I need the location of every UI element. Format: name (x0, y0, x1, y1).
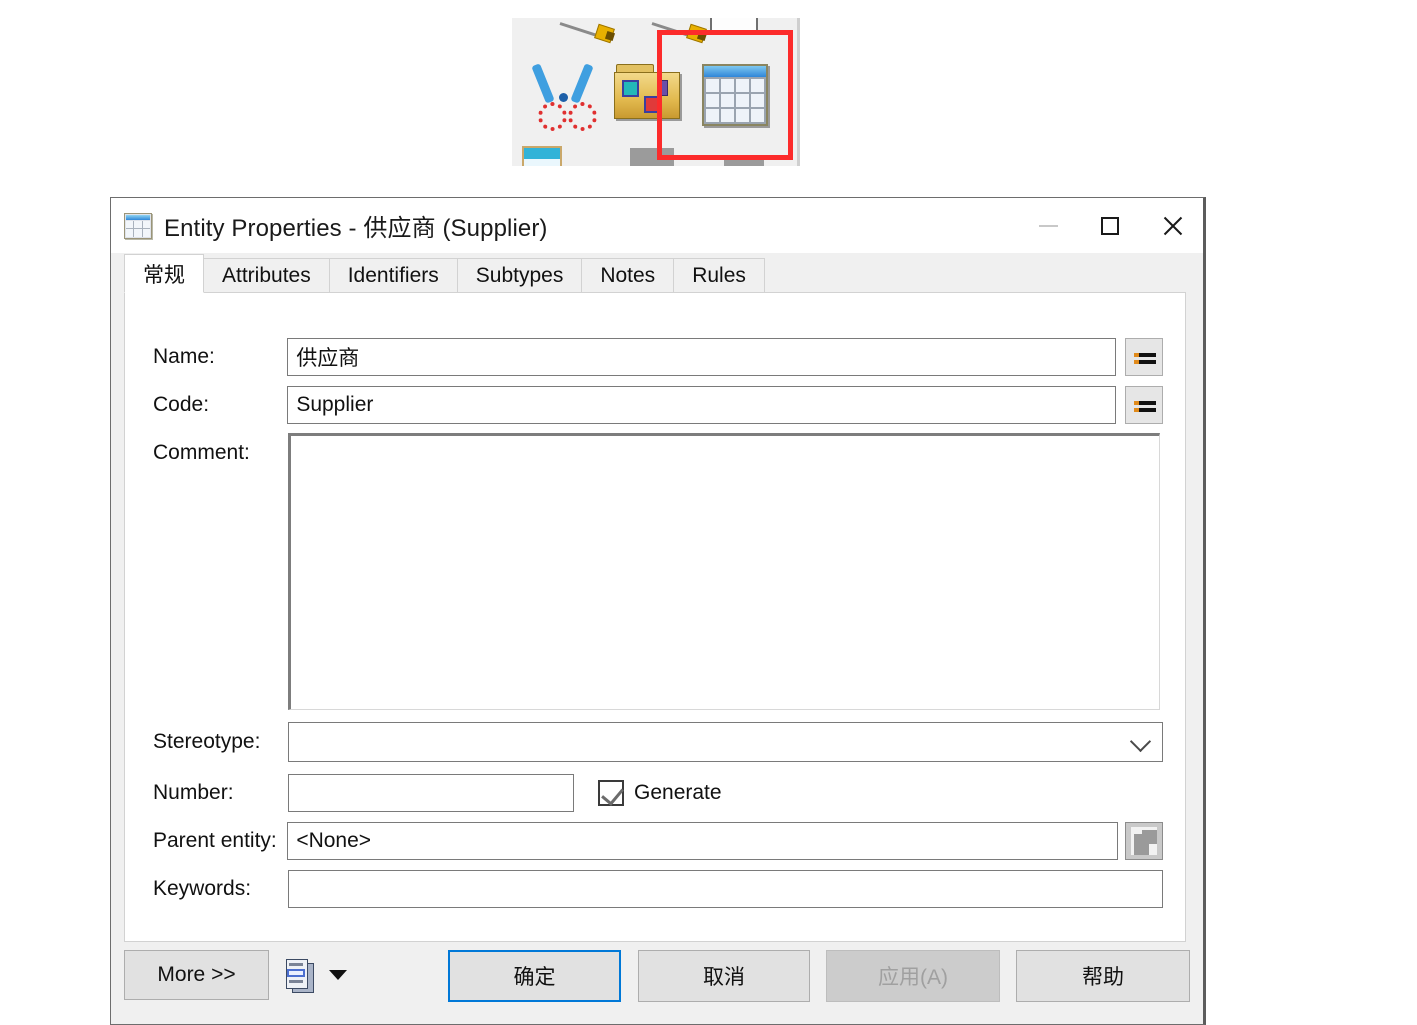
tab-label: 常规 (143, 263, 185, 287)
more-button[interactable]: More >> (124, 950, 269, 1000)
name-equals-button[interactable] (1125, 338, 1163, 376)
stereotype-label: Stereotype: (153, 730, 261, 753)
keywords-input[interactable] (288, 870, 1163, 908)
code-value: Supplier (296, 393, 374, 416)
number-label: Number: (153, 781, 234, 804)
generate-checkbox[interactable] (598, 780, 624, 806)
tab-panel-general: Name: 供应商 Code: Supplier Comment: Stereo… (124, 292, 1186, 942)
ok-button[interactable]: 确定 (448, 950, 621, 1002)
toolbar-edge (797, 18, 800, 166)
code-input[interactable]: Supplier (287, 386, 1117, 424)
stereotype-combobox[interactable] (288, 722, 1163, 762)
help-button[interactable]: 帮助 (1016, 950, 1190, 1002)
scissors-icon[interactable] (531, 62, 597, 131)
tab-label: Notes (600, 264, 656, 287)
tab-subtypes[interactable]: Subtypes (456, 258, 583, 293)
pencil-icon-1[interactable] (559, 18, 616, 44)
tab-notes[interactable]: Notes (581, 258, 675, 293)
tab-label: Identifiers (347, 264, 439, 287)
apply-button: 应用(A) (826, 950, 1000, 1002)
tab-rules[interactable]: Rules (673, 258, 765, 293)
entity-properties-dialog: Entity Properties - 供应商 (Supplier) 常规 At… (110, 197, 1206, 1025)
code-equals-button[interactable] (1125, 386, 1163, 424)
check-icon (601, 782, 624, 806)
parent-entity-label: Parent entity: (153, 829, 277, 852)
print-report-icon[interactable] (286, 959, 314, 993)
name-value: 供应商 (296, 347, 360, 370)
field-row-stereotype: Stereotype: (153, 722, 1163, 762)
code-label: Code: (153, 393, 210, 416)
cancel-label: 取消 (703, 966, 745, 989)
tab-label: Attributes (222, 264, 311, 287)
parent-entity-input[interactable]: <None> (287, 822, 1119, 860)
generate-checkbox-group[interactable]: Generate (598, 780, 722, 806)
ok-label: 确定 (513, 966, 556, 989)
minimize-icon (1038, 224, 1058, 227)
cancel-button[interactable]: 取消 (638, 950, 810, 1002)
comment-textarea[interactable] (288, 433, 1160, 710)
close-icon (1161, 215, 1183, 237)
name-label: Name: (153, 345, 215, 368)
maximize-button[interactable] (1079, 198, 1141, 253)
parent-entity-value: <None> (296, 829, 372, 852)
comment-label: Comment: (153, 441, 250, 464)
tab-label: Subtypes (475, 264, 564, 287)
parent-entity-browse-button[interactable] (1125, 822, 1163, 860)
number-input[interactable] (288, 774, 574, 812)
field-row-parent-entity: Parent entity: <None> (153, 822, 1163, 860)
field-row-number: Number: Generate (153, 774, 1163, 812)
chevron-down-icon[interactable] (329, 970, 347, 980)
dialog-title: Entity Properties - 供应商 (Supplier) (164, 215, 548, 242)
highlight-annotation-rect (657, 30, 793, 160)
blue-document-icon[interactable] (522, 146, 562, 166)
entity-table-icon (124, 212, 152, 239)
chevron-down-icon (1129, 730, 1152, 753)
window-controls (1017, 198, 1203, 253)
tab-general[interactable]: 常规 (124, 254, 204, 293)
field-row-code: Code: Supplier (153, 386, 1163, 424)
tab-label: Rules (692, 264, 746, 287)
gray-shape-icon-2[interactable] (724, 160, 764, 166)
maximize-icon (1101, 216, 1119, 235)
field-row-keywords: Keywords: (153, 870, 1163, 908)
dialog-titlebar[interactable]: Entity Properties - 供应商 (Supplier) (111, 198, 1203, 253)
tab-attributes[interactable]: Attributes (203, 258, 330, 293)
dialog-footer: More >> 确定 取消 应用(A) 帮助 (111, 942, 1203, 1024)
generate-label: Generate (634, 781, 722, 804)
more-label: More >> (157, 963, 236, 986)
name-input[interactable]: 供应商 (287, 338, 1117, 376)
keywords-label: Keywords: (153, 877, 252, 900)
close-button[interactable] (1141, 198, 1203, 253)
tab-identifiers[interactable]: Identifiers (328, 258, 458, 293)
help-label: 帮助 (1082, 966, 1124, 989)
apply-label: 应用(A) (878, 966, 948, 989)
minimize-button[interactable] (1017, 198, 1079, 253)
tab-strip: 常规 Attributes Identifiers Subtypes Notes… (124, 254, 1189, 293)
field-row-name: Name: 供应商 (153, 338, 1163, 376)
